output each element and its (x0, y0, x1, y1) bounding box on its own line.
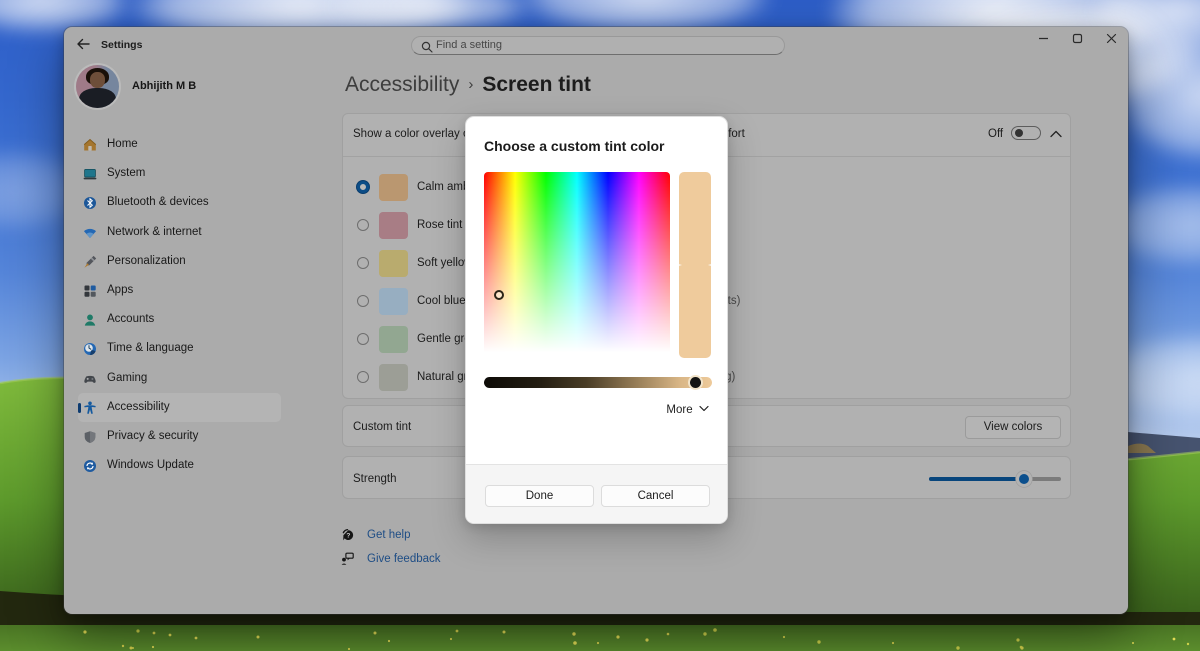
svg-text:?: ? (346, 532, 350, 539)
